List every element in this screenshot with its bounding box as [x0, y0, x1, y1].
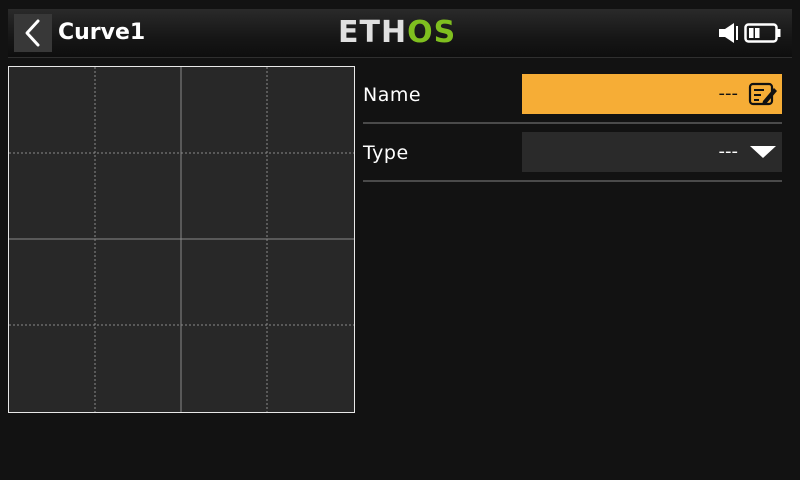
chevron-left-icon — [25, 19, 40, 47]
name-label: Name — [363, 84, 422, 106]
ethos-logo: ETHOS — [338, 9, 456, 57]
dropdown-triangle-icon[interactable] — [748, 138, 778, 166]
curve-graph[interactable] — [8, 66, 355, 413]
type-value: --- — [718, 141, 739, 162]
name-row: Name --- — [363, 72, 782, 124]
type-label: Type — [363, 142, 409, 164]
back-button[interactable] — [14, 14, 52, 52]
logo-text-eth: ETH — [338, 15, 408, 50]
type-select[interactable]: --- — [522, 132, 782, 172]
edit-icon[interactable] — [748, 80, 778, 108]
top-bar: Curve1 ETHOS — [8, 9, 792, 58]
curve-grid — [9, 67, 354, 412]
speaker-icon[interactable] — [718, 21, 740, 45]
name-value: --- — [718, 83, 739, 104]
status-icons — [718, 21, 782, 45]
name-field[interactable]: --- — [522, 74, 782, 114]
type-row: Type --- — [363, 130, 782, 182]
battery-icon[interactable] — [744, 21, 782, 45]
page-title: Curve1 — [58, 20, 146, 45]
logo-text-os: OS — [407, 15, 457, 50]
